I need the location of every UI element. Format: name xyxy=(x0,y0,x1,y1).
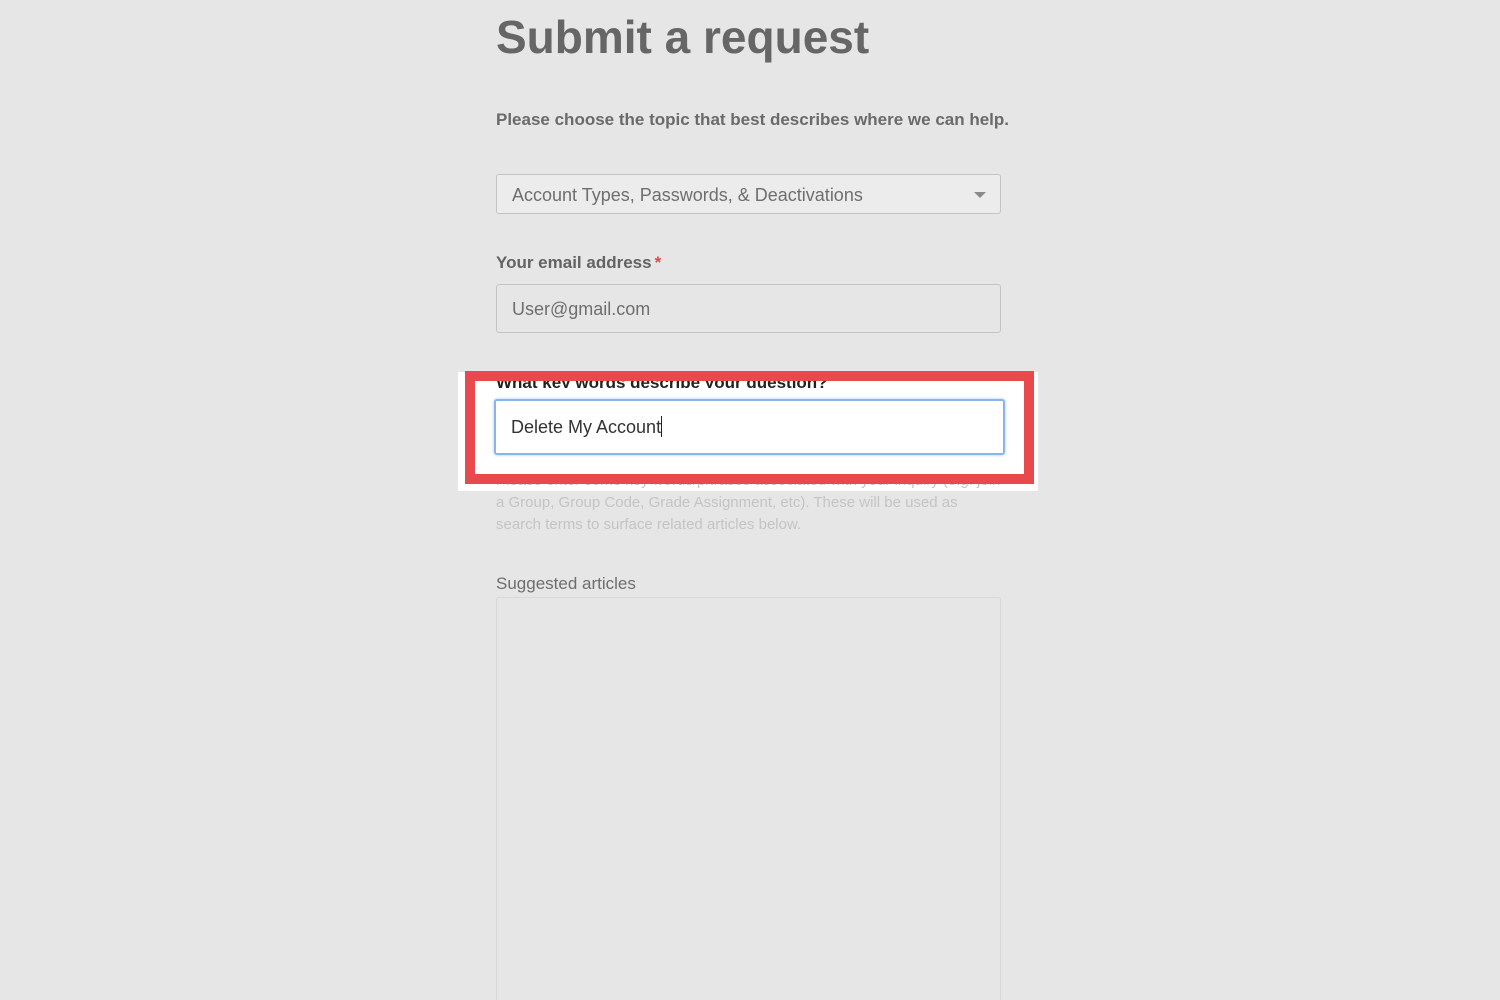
required-marker: * xyxy=(654,253,662,272)
keywords-value: Delete My Account xyxy=(511,416,663,438)
topic-selected-value: Account Types, Passwords, & Deactivation… xyxy=(512,185,863,205)
keywords-hint: Please enter some key words/phrases asso… xyxy=(496,470,1006,535)
page-title: Submit a request xyxy=(496,11,870,63)
keywords-input[interactable]: Delete My Account xyxy=(494,399,1005,455)
chevron-down-icon xyxy=(974,192,986,198)
topic-select[interactable]: Account Types, Passwords, & Deactivation… xyxy=(496,174,1001,214)
email-label: Your email address * xyxy=(496,253,661,273)
email-value: User@gmail.com xyxy=(512,299,651,319)
keywords-value-text: Delete My Account xyxy=(511,417,662,437)
text-cursor xyxy=(661,416,663,437)
request-page: Submit a request Please choose the topic… xyxy=(0,0,1500,1000)
email-label-text: Your email address xyxy=(496,253,652,272)
topic-instructions: Please choose the topic that best descri… xyxy=(496,110,1010,129)
suggested-articles-box xyxy=(496,597,1001,1000)
keywords-hint-text: Please enter some key words/phrases asso… xyxy=(496,472,1001,533)
keywords-label: What key words describe your question? xyxy=(496,372,828,388)
suggested-articles-label: Suggested articles xyxy=(496,574,636,593)
keywords-label-text: What key words describe your question? xyxy=(496,373,828,388)
email-field[interactable]: User@gmail.com xyxy=(496,284,1001,333)
